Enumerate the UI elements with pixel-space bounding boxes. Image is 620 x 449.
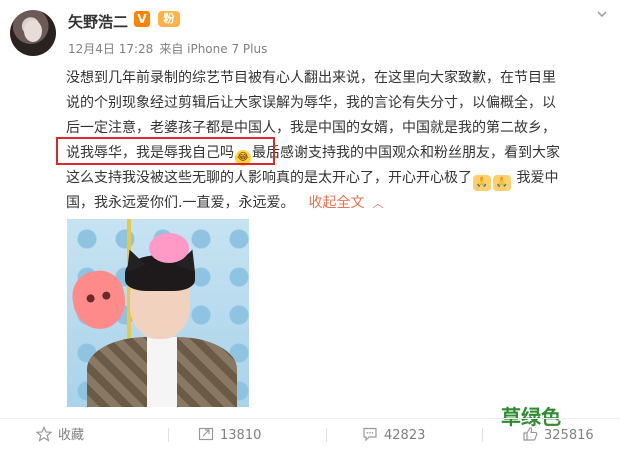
post-line: 国，我永远爱你们.一直爱，永远爱。 收起全文 ︿ <box>66 191 614 216</box>
post-line: 说的个别现象经过剪辑后让大家误解为辱华，我的言论有失分寸，以偏概全，以 <box>66 95 556 111</box>
mascot-eye <box>85 293 96 304</box>
praying-hands-emoji-icon: 🙏 <box>473 175 491 191</box>
post-line: 这么支持我没被这些无聊的人影响真的是太开心了，开心开心极了 🙏 🙏 我爱中 <box>66 166 614 191</box>
repost-icon <box>198 427 214 441</box>
post-line-segment: 我爱中 <box>516 170 559 186</box>
post-date[interactable]: 12月4日 17:28 <box>68 42 153 56</box>
collapse-full-text-link[interactable]: 收起全文 <box>308 195 364 211</box>
person-shirt <box>147 337 177 407</box>
chevron-up-icon[interactable]: ︿ <box>372 197 383 210</box>
post-line-segment: 这么支持我没被这些无聊的人影响真的是太开心了，开心开心极了 <box>66 170 472 186</box>
like-button[interactable]: 325816 <box>522 426 594 444</box>
separator <box>326 428 327 442</box>
separator <box>168 428 169 442</box>
post-line: 没想到几年前录制的综艺节目被有心人翻出来说，在这里向大家致歉，在节目里 <box>66 70 556 86</box>
favorite-label: 收藏 <box>58 428 85 443</box>
praying-hands-emoji-icon: 🙏 <box>493 175 511 191</box>
like-count: 325816 <box>544 428 594 443</box>
post-line-segment: 国，我永远爱你们.一直爱，永远爱。 <box>66 195 295 211</box>
star-icon <box>36 426 52 442</box>
pink-headband <box>149 233 189 263</box>
repost-button[interactable]: 13810 <box>198 426 261 444</box>
separator <box>482 428 483 442</box>
post-line-segment: 最后感谢支持我的中国观众和粉丝朋友，看到大家 <box>252 145 560 161</box>
mascot-eye <box>101 291 111 301</box>
comment-count: 42823 <box>384 428 426 443</box>
chevron-down-icon[interactable] <box>596 8 608 20</box>
action-bar-divider <box>0 418 620 419</box>
highlight-box <box>56 137 275 165</box>
avatar[interactable] <box>10 10 56 56</box>
avatar-face <box>24 20 42 42</box>
post-source: 来自 iPhone 7 Plus <box>159 42 268 56</box>
post-photo[interactable] <box>67 219 249 407</box>
like-icon <box>523 427 538 441</box>
username[interactable]: 矢野浩二 <box>68 11 128 32</box>
fan-badge[interactable]: 粉 <box>158 11 180 27</box>
comment-icon <box>363 427 377 442</box>
post-meta: 12月4日 17:28 来自 iPhone 7 Plus <box>68 40 267 57</box>
favorite-button[interactable]: 收藏 <box>36 426 84 444</box>
repost-count: 13810 <box>220 428 262 443</box>
vip-badge[interactable]: V <box>134 11 150 27</box>
comment-button[interactable]: 42823 <box>362 426 425 444</box>
